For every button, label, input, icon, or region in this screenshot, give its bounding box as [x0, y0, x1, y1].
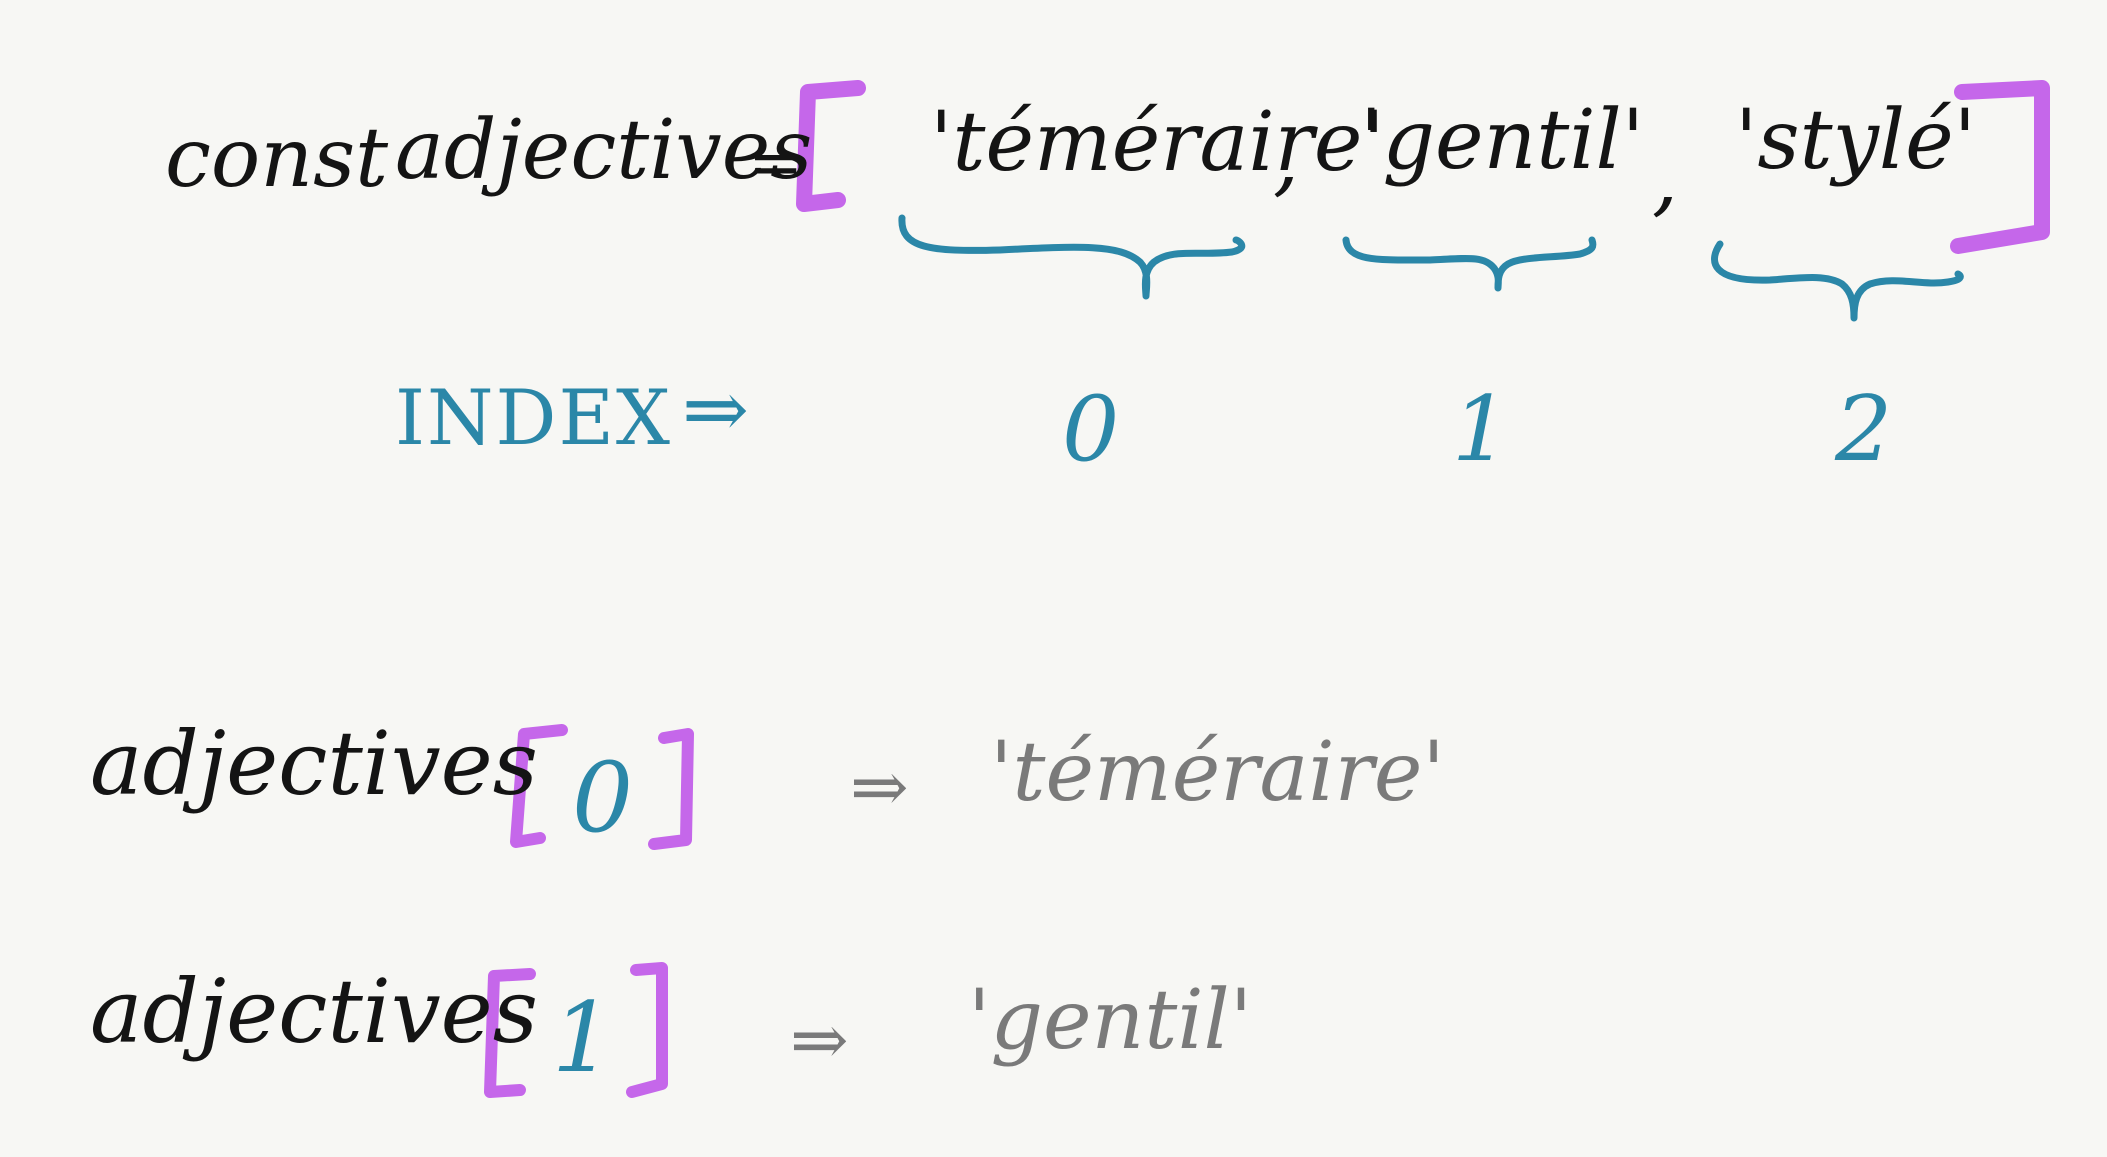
index-arrow-icon: ⇒ [682, 363, 750, 456]
brace-1 [1342, 236, 1597, 292]
access-index: 1 [552, 982, 614, 1094]
const-keyword: const [165, 111, 389, 206]
equals-sign: = [748, 124, 804, 201]
result-arrow-icon: ⇒ [850, 746, 909, 828]
result-arrow-icon: ⇒ [790, 999, 849, 1081]
index-label: INDEX [395, 373, 673, 462]
acc0-close-bracket [648, 728, 694, 850]
access-result: 'téméraire' [990, 725, 1445, 820]
whiteboard-canvas: const adjectives = 'téméraire' , 'gentil… [0, 0, 2107, 1157]
index-value-0: 0 [1062, 377, 1120, 482]
acc1-close-bracket [626, 962, 668, 1098]
array-element-0: 'téméraire' [930, 95, 1385, 190]
brace-0 [898, 214, 1246, 300]
array-element-2: 'stylé' [1735, 93, 1977, 188]
access-array-name: adjectives [90, 712, 538, 815]
access-index: 0 [572, 742, 634, 854]
index-value-1: 1 [1452, 377, 1510, 482]
comma-separator: , [1652, 131, 1679, 226]
index-value-2: 2 [1835, 377, 1893, 482]
access-array-name: adjectives [90, 960, 538, 1063]
comma-separator: , [1273, 111, 1300, 206]
array-element-1: 'gentil' [1360, 93, 1645, 188]
access-result: 'gentil' [968, 973, 1253, 1068]
brace-2 [1711, 240, 1964, 322]
